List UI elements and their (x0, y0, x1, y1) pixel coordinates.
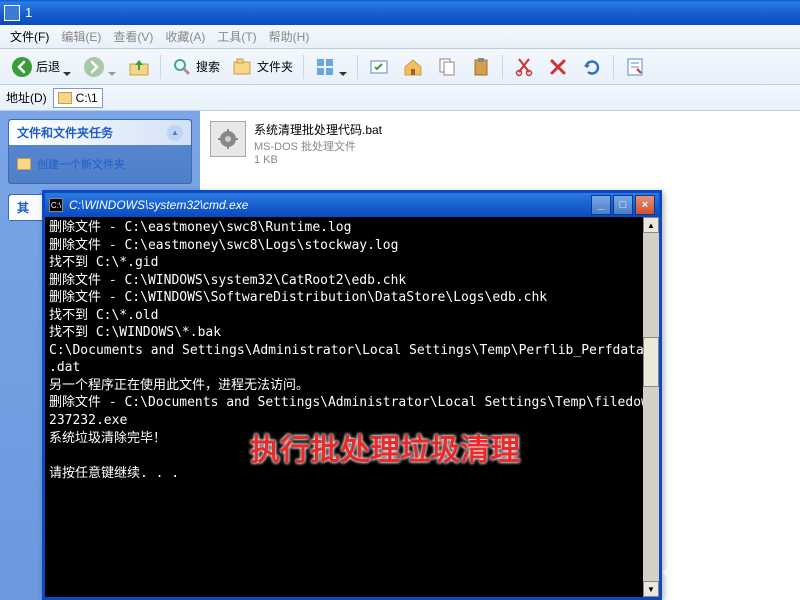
search-icon (171, 56, 193, 78)
address-bar: 地址(D) C:\1 (0, 85, 800, 111)
close-button[interactable]: × (635, 195, 655, 215)
tasks-panel: 文件和文件夹任务 ▲ 创建一个新文件夹 (8, 119, 192, 184)
copy-icon (436, 56, 458, 78)
folders-label: 文件夹 (257, 58, 293, 75)
cmd-icon: C:\ (49, 198, 63, 212)
paste-icon (470, 56, 492, 78)
search-button[interactable]: 搜索 (166, 53, 225, 81)
menu-help[interactable]: 帮助(H) (263, 25, 316, 48)
properties-icon (624, 56, 646, 78)
address-label: 地址(D) (6, 89, 47, 106)
gear-icon (218, 129, 238, 149)
delete-button[interactable] (542, 53, 574, 81)
back-icon (11, 56, 33, 78)
scroll-up-icon[interactable]: ▲ (643, 217, 659, 233)
delete-icon (547, 56, 569, 78)
task-label: 创建一个新文件夹 (37, 156, 125, 172)
scroll-down-icon[interactable]: ▼ (643, 581, 659, 597)
menu-favorites[interactable]: 收藏(A) (159, 25, 211, 48)
minimize-button[interactable]: _ (591, 195, 611, 215)
file-name: 系统清理批处理代码.bat (254, 121, 382, 138)
cmd-title: C:\WINDOWS\system32\cmd.exe (69, 198, 248, 212)
separator (303, 55, 304, 79)
task-new-folder[interactable]: 创建一个新文件夹 (17, 153, 183, 175)
undo-button[interactable] (576, 53, 608, 81)
menu-file[interactable]: 文件(F) (4, 25, 55, 48)
folders-button[interactable]: 文件夹 (227, 53, 298, 81)
scroll-thumb[interactable] (643, 337, 659, 387)
cmd-window: C:\ C:\WINDOWS\system32\cmd.exe _ □ × 删除… (42, 190, 662, 600)
sync-icon (368, 56, 390, 78)
cmd-output: 删除文件 - C:\eastmoney\swc8\Runtime.log 删除文… (45, 217, 643, 597)
window-title: 1 (25, 5, 32, 20)
separator (502, 55, 503, 79)
cut-icon (513, 56, 535, 78)
menu-bar: 文件(F) 编辑(E) 查看(V) 收藏(A) 工具(T) 帮助(H) (0, 25, 800, 49)
file-size: 1 KB (254, 154, 382, 166)
search-label: 搜索 (196, 58, 220, 75)
explorer-titlebar: 1 (0, 0, 800, 25)
cut-button[interactable] (508, 53, 540, 81)
separator (160, 55, 161, 79)
undo-icon (581, 56, 603, 78)
forward-button[interactable] (78, 53, 121, 81)
separator (357, 55, 358, 79)
sync-button[interactable] (363, 53, 395, 81)
address-path: C:\1 (76, 91, 98, 105)
up-folder-icon (128, 56, 150, 78)
cmd-scrollbar[interactable]: ▲ ▼ (643, 217, 659, 597)
forward-icon (83, 56, 105, 78)
chevron-down-icon (108, 65, 116, 69)
file-item[interactable]: 系统清理批处理代码.bat MS-DOS 批处理文件 1 KB (210, 121, 790, 166)
back-label: 后退 (36, 58, 60, 75)
home-icon (402, 56, 424, 78)
properties-button[interactable] (619, 53, 651, 81)
other-title: 其 (17, 199, 29, 216)
views-icon (314, 56, 336, 78)
maximize-button[interactable]: □ (613, 195, 633, 215)
back-button[interactable]: 后退 (6, 53, 76, 81)
views-button[interactable] (309, 53, 352, 81)
file-thumbnail (210, 121, 246, 157)
paste-button[interactable] (465, 53, 497, 81)
up-button[interactable] (123, 53, 155, 81)
menu-view[interactable]: 查看(V) (107, 25, 159, 48)
menu-edit[interactable]: 编辑(E) (55, 25, 107, 48)
tasks-title: 文件和文件夹任务 (17, 124, 113, 141)
address-input[interactable]: C:\1 (53, 88, 103, 108)
toolbar: 后退 搜索 文件夹 (0, 49, 800, 85)
file-type: MS-DOS 批处理文件 (254, 138, 382, 154)
copy-button[interactable] (431, 53, 463, 81)
folders-icon (232, 56, 254, 78)
home-button[interactable] (397, 53, 429, 81)
chevron-up-icon: ▲ (167, 125, 183, 141)
chevron-down-icon (63, 65, 71, 69)
folder-icon (4, 5, 20, 21)
menu-tools[interactable]: 工具(T) (211, 25, 262, 48)
separator (613, 55, 614, 79)
folder-icon (58, 92, 72, 104)
cmd-titlebar[interactable]: C:\ C:\WINDOWS\system32\cmd.exe _ □ × (45, 193, 659, 217)
tasks-panel-header[interactable]: 文件和文件夹任务 ▲ (9, 120, 191, 145)
scroll-track[interactable] (643, 233, 659, 581)
chevron-down-icon (339, 65, 347, 69)
new-folder-icon (17, 158, 31, 170)
